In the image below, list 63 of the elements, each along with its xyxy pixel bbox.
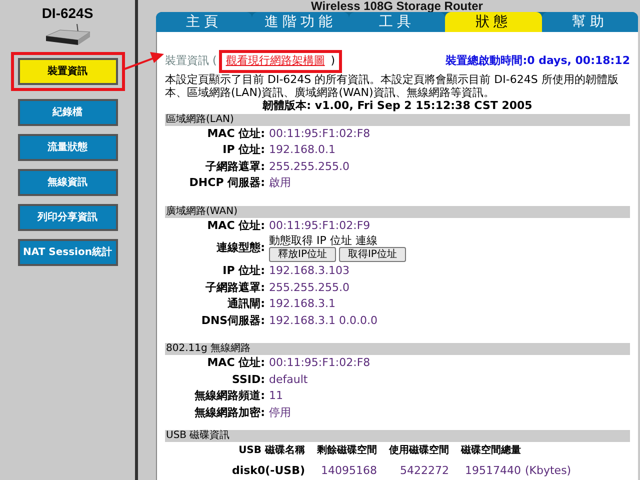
table-cell-text: 19517440 [464, 463, 521, 479]
field-label: MAC 位址: [206, 126, 266, 142]
action-button[interactable]: 釋放IP位址 [269, 247, 336, 262]
field-value: 00:11:95:F1:02:F8 [269, 126, 370, 142]
nav-tab[interactable]: 主頁 [156, 12, 252, 32]
field-value: 動態取得 IP 位址 連線 [269, 235, 378, 247]
field-value: 255.255.255.0 [269, 280, 350, 296]
field-label: SSID: [231, 372, 266, 388]
nav-tab[interactable]: 狀態 [445, 12, 542, 32]
field-label: 無線網路頻道: [194, 388, 266, 404]
uptime-text: 裝置總啟動時間:0 days, 00:18:12 [446, 53, 630, 69]
column-header: USB 磁碟名稱 [238, 445, 305, 457]
field-label: DHCP 伺服器: [188, 175, 266, 191]
column-header: 剩餘磁碟空間 [316, 445, 377, 457]
field-value: 00:11:95:F1:02:F8 [269, 355, 370, 371]
section-header: 區域網路(LAN) [165, 114, 630, 126]
action-button[interactable]: 取得IP位址 [338, 247, 406, 262]
sidebar-button[interactable]: 流量狀態 [18, 134, 118, 161]
page-heading: 裝置資訊 ( [165, 53, 217, 69]
field-value: 00:11:95:F1:02:F9 [269, 218, 370, 234]
sidebar-button[interactable]: NAT Session統計 [18, 239, 118, 266]
section-header: 廣域網路(WAN) [165, 206, 630, 218]
field-label: MAC 位址: [206, 355, 266, 371]
field-value: 192.168.3.103 [269, 263, 350, 279]
field-value: 192.168.3.1 [269, 296, 336, 312]
field-label: 子網路遮罩: [204, 158, 266, 174]
nav-tab[interactable]: 工具 [348, 12, 446, 32]
router-icon [44, 22, 92, 46]
section-header: 802.11g 無線網路 [165, 343, 630, 355]
field-label: 連線型態: [216, 240, 266, 256]
field-label: IP 位址: [222, 263, 266, 279]
sidebar-button[interactable]: 列印分享資訊 [18, 204, 118, 231]
field-value: 11 [269, 388, 283, 404]
product-title: Wireless 108G Storage Router [311, 0, 483, 12]
model-name: DI-624S [42, 6, 94, 20]
section-header: USB 磁碟資訊 [165, 430, 630, 442]
description-text: 本設定頁顯示了目前 DI-624S 的所有資訊。本設定頁將會顯示目前 DI-624S 所使用的韌體版本、區域網路(LAN)資訊、廣域網路(WAN)資訊、無線網路等資訊。 [165, 72, 620, 98]
field-label: 通訊閘: [226, 296, 266, 312]
sidebar-button[interactable]: 無線資訊 [18, 169, 118, 196]
field-label: 無線網路加密: [194, 404, 266, 420]
unit-text: (Kbytes) [525, 463, 572, 479]
column-header: 磁碟空間總量 [460, 445, 521, 457]
table-cell-text: disk0(-USB) [230, 463, 305, 479]
table-cell-text: 5422272 [399, 463, 449, 479]
firmware-text: 韌體版本: v1.00, Fri Sep 2 15:12:38 CST 2005 [262, 98, 534, 112]
network-map-link[interactable]: 觀看現行網路架構圖 [226, 53, 325, 70]
field-value: 停用 [269, 404, 291, 420]
field-value: 啟用 [269, 175, 291, 191]
table-cell-text: 14095168 [320, 463, 377, 479]
field-value: 255.255.255.0 [269, 158, 350, 174]
field-label: DNS伺服器: [200, 312, 266, 328]
nav-tab[interactable]: 進階功能 [252, 12, 349, 32]
field-value: 192.168.3.1 0.0.0.0 [269, 312, 378, 328]
field-label: 子網路遮罩: [204, 280, 266, 296]
paren-text: ) [330, 53, 336, 69]
field-value: 192.168.0.1 [269, 142, 336, 158]
field-label: IP 位址: [222, 142, 266, 158]
field-label: MAC 位址: [206, 218, 266, 234]
sidebar-button[interactable]: 紀錄檔 [18, 99, 118, 126]
field-value: default [269, 372, 308, 388]
nav-tab[interactable]: 幫助 [542, 12, 638, 32]
sidebar-button[interactable]: 裝置資訊 [18, 58, 118, 85]
column-header: 使用磁碟空間 [388, 445, 449, 457]
